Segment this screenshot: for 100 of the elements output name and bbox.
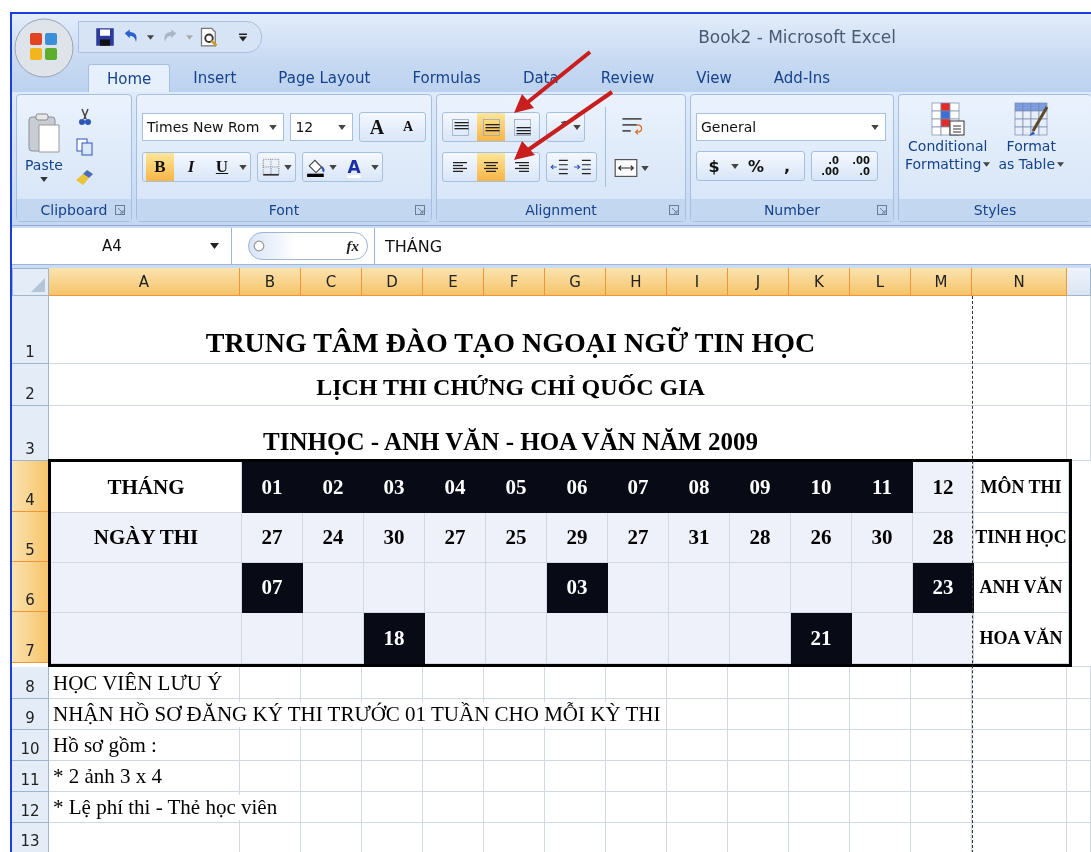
styles-button[interactable]: Format as Table [996, 101, 1066, 199]
dialog-launcher-icon[interactable] [115, 205, 125, 215]
dialog-launcher-icon[interactable] [669, 205, 679, 215]
row-header[interactable]: 10 [12, 730, 49, 761]
font-style-button[interactable]: I [177, 153, 205, 181]
group-label: Number [763, 202, 821, 218]
caret-icon[interactable] [371, 164, 379, 170]
formula-field[interactable]: THÁNG [374, 228, 1091, 264]
copy-icon[interactable] [75, 138, 94, 156]
table-cell: 09 [730, 462, 791, 513]
row-header[interactable]: 2 [12, 364, 49, 406]
caret-icon[interactable] [731, 163, 739, 169]
corner-triangle-icon [31, 278, 45, 292]
number-format-button[interactable]: $ [700, 152, 728, 180]
ribbon-tab[interactable]: View [677, 64, 751, 92]
column-header[interactable]: M [911, 268, 972, 296]
column-header[interactable]: N [972, 268, 1067, 296]
grid-cell [545, 792, 606, 823]
fill-color-icon[interactable] [306, 157, 326, 177]
row-header[interactable]: 7 [12, 612, 49, 663]
grid-cell [423, 761, 484, 792]
print-preview-icon[interactable] [199, 27, 219, 47]
font-size-field[interactable]: 12 [290, 113, 353, 141]
number-format-field[interactable]: General [696, 113, 886, 141]
table-cell: TINH HỌC [974, 513, 1069, 563]
grid-cell [606, 667, 667, 699]
caret-icon[interactable] [573, 124, 581, 130]
table-cell: 27 [608, 513, 669, 563]
grow-font-button[interactable]: A [363, 113, 391, 141]
column-header[interactable]: C [301, 268, 362, 296]
grid-cell [728, 761, 789, 792]
row-header[interactable]: 1 [12, 296, 49, 364]
row-header[interactable]: 9 [12, 699, 49, 730]
row-header[interactable]: 4 [12, 461, 49, 512]
insert-function-button[interactable]: fx [346, 237, 359, 255]
name-box[interactable]: A4 [12, 228, 232, 264]
ribbon-tab[interactable]: Review [581, 64, 674, 92]
merge-center-icon[interactable] [614, 156, 638, 180]
decimal-button[interactable]: .00 .0 [846, 152, 874, 180]
font-style-button[interactable]: B [146, 153, 174, 181]
row-header[interactable]: 12 [12, 792, 49, 823]
styles-button[interactable]: Conditional Formatting [903, 101, 993, 199]
column-header[interactable]: H [606, 268, 667, 296]
row-header[interactable]: 5 [12, 512, 49, 562]
font-style-button[interactable]: U [208, 153, 236, 181]
ribbon-tab[interactable]: Add-Ins [754, 64, 850, 92]
column-header[interactable]: B [240, 268, 301, 296]
shrink-font-button[interactable]: A [394, 113, 422, 141]
brush-icon[interactable] [74, 168, 95, 186]
column-header[interactable]: D [362, 268, 423, 296]
middle-align-button[interactable] [477, 113, 505, 141]
caret-icon[interactable] [239, 164, 247, 170]
column-header[interactable]: A [49, 268, 240, 296]
column-header[interactable]: G [545, 268, 606, 296]
caret-icon [338, 124, 346, 130]
customize-toolbar-icon[interactable] [239, 32, 247, 42]
caret-icon[interactable] [641, 165, 649, 171]
column-header[interactable]: L [850, 268, 911, 296]
caret-icon[interactable] [147, 34, 154, 40]
row-header[interactable]: 6 [12, 562, 49, 612]
column-header[interactable]: K [789, 268, 850, 296]
align-lines-icon [482, 118, 500, 136]
caret-icon[interactable] [329, 164, 337, 170]
ribbon-tab[interactable]: Page Layout [259, 64, 390, 92]
column-header[interactable]: E [423, 268, 484, 296]
table-cell: 25 [486, 513, 547, 563]
scissors-icon[interactable] [76, 108, 93, 126]
decimal-button[interactable]: .0 .00 [815, 152, 843, 180]
ribbon-tab[interactable]: Formulas [393, 64, 500, 92]
resize-handle-icon[interactable] [253, 240, 265, 252]
grid-cell [667, 792, 728, 823]
row-header[interactable]: 11 [12, 761, 49, 792]
column-header[interactable]: J [728, 268, 789, 296]
row-header[interactable]: 3 [12, 406, 49, 461]
grid-cell [362, 761, 423, 792]
font-name-field[interactable]: Times New Rom [142, 113, 285, 141]
grid-cell [911, 699, 972, 730]
ribbon-tab[interactable]: Home [88, 64, 171, 92]
grid-cell [301, 761, 362, 792]
borders-icon[interactable] [261, 157, 281, 177]
increase-indent-icon[interactable] [573, 157, 593, 177]
row-header[interactable]: 13 [12, 823, 49, 852]
number-format-button[interactable]: % [742, 152, 770, 180]
dialog-launcher-icon[interactable] [877, 205, 887, 215]
grid-cell [484, 792, 545, 823]
row-header[interactable]: 8 [12, 667, 49, 699]
table-cell: 04 [425, 462, 486, 513]
dialog-launcher-icon[interactable] [415, 205, 425, 215]
caret-icon[interactable] [284, 164, 292, 170]
center-align-button[interactable] [477, 153, 505, 181]
grid-cell [789, 699, 850, 730]
save-icon[interactable] [95, 27, 115, 47]
align-lines-icon [484, 162, 498, 172]
table-cell: 07 [242, 563, 303, 613]
ribbon-tab[interactable]: Insert [174, 64, 256, 92]
number-format-button[interactable]: , [773, 152, 801, 180]
column-header[interactable]: I [667, 268, 728, 296]
decrease-indent-icon[interactable] [550, 157, 570, 177]
paste-button[interactable]: Paste [23, 110, 65, 184]
column-header[interactable]: F [484, 268, 545, 296]
